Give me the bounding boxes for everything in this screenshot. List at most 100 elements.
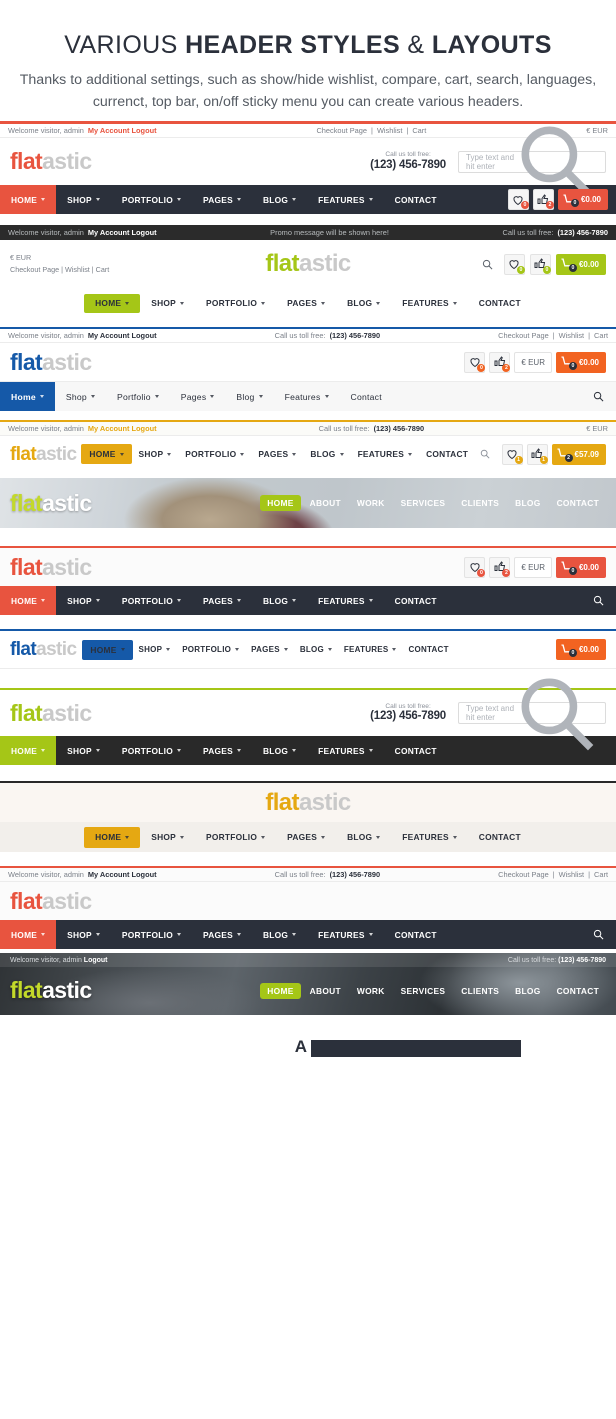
nav-item-shop[interactable]: Shop bbox=[55, 382, 106, 411]
nav-item-blog[interactable]: BLOG bbox=[252, 920, 307, 949]
nav-item-contact[interactable]: CONTACT bbox=[419, 443, 475, 465]
currency-selector[interactable]: € EUR bbox=[10, 252, 109, 264]
nav-item-features[interactable]: FEATURES bbox=[338, 639, 403, 661]
checkout-link[interactable]: Checkout Page bbox=[316, 126, 367, 135]
nav-item-pages[interactable]: PAGES bbox=[192, 920, 252, 949]
nav-item-features[interactable]: Features bbox=[274, 382, 340, 411]
logo[interactable]: flatastic bbox=[10, 701, 92, 725]
logo[interactable]: flatastic bbox=[265, 252, 351, 276]
logo[interactable]: flatastic bbox=[10, 640, 77, 659]
nav-item-portfolio[interactable]: PORTFOLIO bbox=[111, 920, 192, 949]
nav-item-blog[interactable]: BLOG bbox=[252, 586, 307, 615]
wishlist-button[interactable]: 0 bbox=[507, 189, 529, 210]
nav-item-clients[interactable]: CLIENTS bbox=[454, 983, 506, 999]
account-logout-link[interactable]: My Account Logout bbox=[88, 228, 157, 237]
wishlist-button[interactable]: 0 bbox=[503, 253, 525, 275]
nav-item-work[interactable]: WORK bbox=[350, 983, 392, 999]
nav-item-features[interactable]: FEATURES bbox=[307, 185, 384, 214]
nav-item-services[interactable]: SERVICES bbox=[394, 983, 453, 999]
logo[interactable]: flatastic bbox=[10, 555, 92, 579]
nav-item-shop[interactable]: SHOP bbox=[56, 920, 111, 949]
logo[interactable]: flatastic bbox=[10, 889, 92, 913]
nav-item-shop[interactable]: SHOP bbox=[140, 288, 195, 318]
nav-item-shop[interactable]: SHOP bbox=[56, 185, 111, 214]
wishlist-link[interactable]: Wishlist bbox=[559, 331, 584, 340]
search-button[interactable] bbox=[593, 595, 616, 606]
nav-item-blog[interactable]: BLOG bbox=[336, 822, 391, 852]
nav-item-contact[interactable]: CONTACT bbox=[468, 288, 532, 318]
search-input[interactable]: Type text and hit enter bbox=[458, 678, 606, 751]
nav-item-shop[interactable]: SHOP bbox=[133, 639, 177, 661]
nav-item-blog[interactable]: BLOG bbox=[508, 495, 547, 511]
nav-item-features[interactable]: FEATURES bbox=[307, 736, 384, 765]
nav-item-features[interactable]: FEATURES bbox=[391, 288, 468, 318]
search-button[interactable] bbox=[593, 929, 616, 940]
compare-button[interactable]: 2 bbox=[489, 351, 511, 373]
nav-item-home[interactable]: HOME bbox=[0, 920, 57, 949]
wishlist-link[interactable]: Wishlist bbox=[377, 126, 402, 135]
nav-item-clients[interactable]: CLIENTS bbox=[454, 495, 506, 511]
nav-item-portfolio[interactable]: PORTFOLIO bbox=[195, 822, 276, 852]
nav-item-portfolio[interactable]: PORTFOLIO bbox=[178, 443, 251, 465]
nav-item-shop[interactable]: SHOP bbox=[56, 736, 111, 765]
nav-item-pages[interactable]: PAGES bbox=[192, 586, 252, 615]
cart-button[interactable]: 0 €0.00 bbox=[555, 253, 606, 275]
nav-item-features[interactable]: FEATURES bbox=[391, 822, 468, 852]
nav-item-portfolio[interactable]: Portfolio bbox=[106, 382, 170, 411]
cart-link[interactable]: Cart bbox=[412, 126, 426, 135]
nav-item-shop[interactable]: SHOP bbox=[140, 822, 195, 852]
nav-item-contact[interactable]: CONTACT bbox=[550, 983, 606, 999]
nav-item-pages[interactable]: PAGES bbox=[276, 822, 336, 852]
currency-selector[interactable]: € EUR bbox=[514, 351, 552, 373]
cart-button[interactable]: 0 €0.00 bbox=[555, 556, 606, 578]
nav-item-pages[interactable]: PAGES bbox=[192, 185, 252, 214]
nav-item-about[interactable]: ABOUT bbox=[303, 495, 348, 511]
checkout-link[interactable]: Checkout Page bbox=[498, 870, 549, 879]
nav-item-contact[interactable]: Contact bbox=[340, 382, 393, 411]
account-logout-link[interactable]: My Account Logout bbox=[88, 126, 157, 135]
wishlist-button[interactable]: 1 bbox=[501, 443, 523, 465]
nav-item-home[interactable]: HOME bbox=[82, 639, 133, 660]
currency-selector[interactable]: € EUR bbox=[514, 556, 552, 578]
account-logout-link[interactable]: My Account Logout bbox=[88, 331, 157, 340]
nav-item-contact[interactable]: CONTACT bbox=[402, 639, 454, 661]
nav-item-shop[interactable]: SHOP bbox=[132, 443, 179, 465]
nav-item-shop[interactable]: SHOP bbox=[56, 586, 111, 615]
search-input[interactable]: Type text and hit enter bbox=[458, 126, 606, 199]
logo[interactable]: flatastic bbox=[10, 150, 92, 173]
nav-item-home[interactable]: HOME bbox=[260, 982, 301, 999]
nav-item-portfolio[interactable]: PORTFOLIO bbox=[111, 185, 192, 214]
wishlist-link[interactable]: Wishlist bbox=[559, 870, 584, 879]
nav-item-features[interactable]: FEATURES bbox=[351, 443, 420, 465]
nav-item-pages[interactable]: PAGES bbox=[251, 443, 303, 465]
nav-item-contact[interactable]: CONTACT bbox=[468, 822, 532, 852]
nav-item-contact[interactable]: CONTACT bbox=[550, 495, 606, 511]
wishlist-button[interactable]: 0 bbox=[464, 556, 486, 578]
nav-item-about[interactable]: ABOUT bbox=[303, 983, 348, 999]
checkout-link[interactable]: Checkout Page bbox=[498, 331, 549, 340]
logo[interactable]: flatastic bbox=[10, 979, 92, 1002]
nav-item-home[interactable]: HOME bbox=[84, 826, 141, 848]
nav-item-home[interactable]: Home bbox=[0, 382, 55, 411]
nav-item-blog[interactable]: BLOG bbox=[303, 443, 350, 465]
logo[interactable]: flatastic bbox=[10, 491, 92, 515]
compare-button[interactable]: 1 bbox=[526, 443, 548, 465]
cart-button[interactable]: 2 €57.09 bbox=[551, 443, 606, 465]
nav-item-contact[interactable]: CONTACT bbox=[384, 736, 448, 765]
logo[interactable]: flatastic bbox=[265, 790, 351, 815]
cart-link[interactable]: Cart bbox=[594, 870, 608, 879]
nav-item-blog[interactable]: BLOG bbox=[294, 639, 338, 661]
nav-item-blog[interactable]: Blog bbox=[225, 382, 273, 411]
wishlist-button[interactable]: 0 bbox=[464, 351, 486, 373]
nav-item-home[interactable]: HOME bbox=[81, 444, 132, 464]
checkout-link[interactable]: Checkout Page bbox=[10, 265, 59, 274]
search-button[interactable] bbox=[593, 391, 616, 402]
nav-item-pages[interactable]: PAGES bbox=[192, 736, 252, 765]
nav-item-home[interactable]: HOME bbox=[0, 736, 57, 765]
nav-item-features[interactable]: FEATURES bbox=[307, 920, 384, 949]
nav-item-contact[interactable]: CONTACT bbox=[384, 185, 448, 214]
nav-item-blog[interactable]: BLOG bbox=[336, 288, 391, 318]
nav-item-pages[interactable]: PAGES bbox=[245, 639, 294, 661]
search-icon[interactable] bbox=[482, 259, 493, 270]
nav-item-home[interactable]: HOME bbox=[84, 293, 141, 313]
